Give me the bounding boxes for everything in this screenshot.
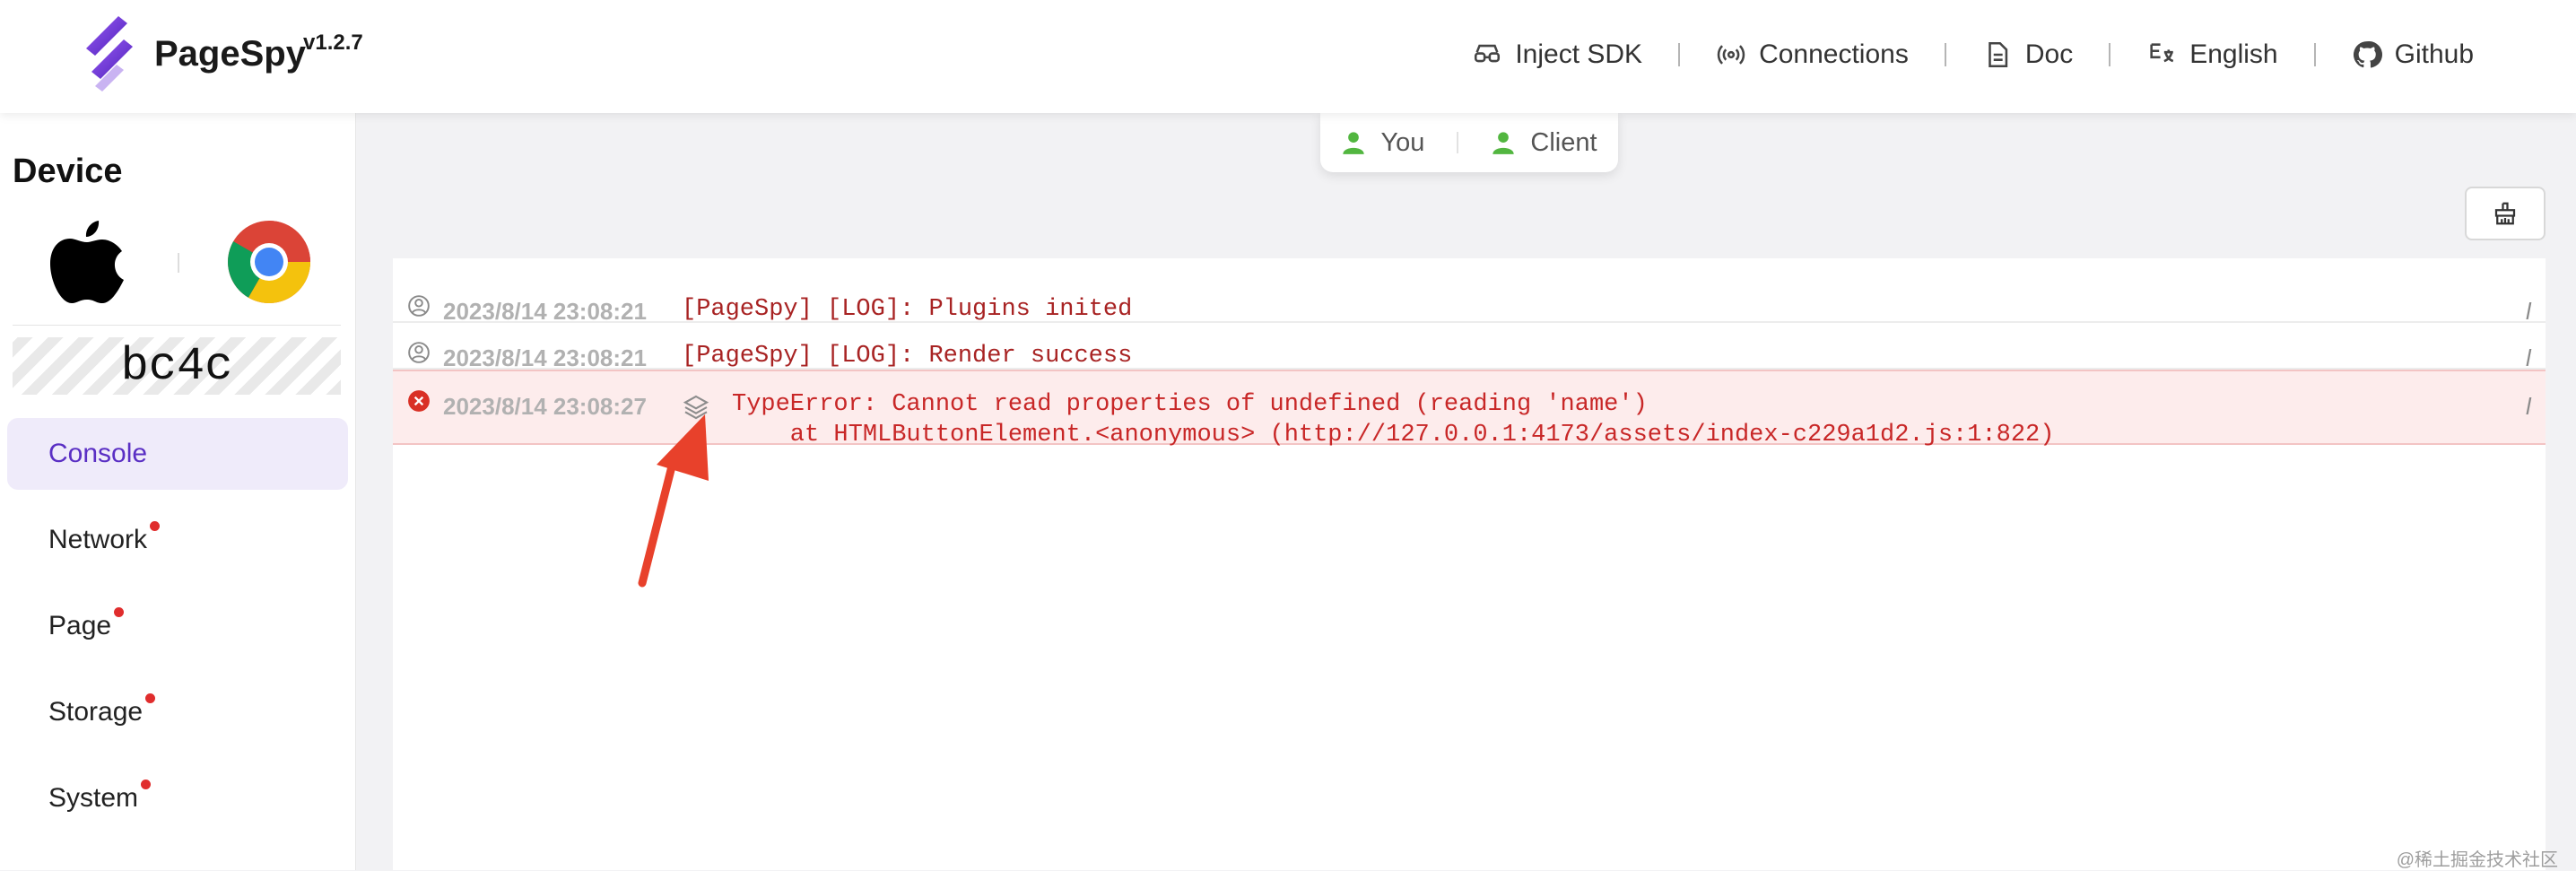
nav-divider: [2109, 43, 2111, 66]
translate-icon: [2150, 43, 2174, 63]
sidebar-item-label: Page: [48, 611, 112, 640]
user-circle-icon: [408, 295, 430, 317]
nav-label: Github: [2394, 39, 2474, 69]
log-timestamp: 2023/8/14 23:08:21: [443, 298, 647, 325]
nav-language[interactable]: English: [2146, 39, 2278, 70]
nav-label: Doc: [2024, 39, 2074, 69]
log-source-link[interactable]: l: [2526, 298, 2546, 326]
nav-divider: [2313, 43, 2316, 66]
log-source-link[interactable]: l: [2526, 393, 2546, 421]
role-tabs: You Client: [1320, 113, 1618, 172]
device-title: Device: [13, 152, 123, 190]
unread-dot: [150, 521, 161, 531]
role-divider: [1457, 132, 1459, 153]
sidebar-item-label: Network: [48, 525, 148, 554]
nav-github[interactable]: Github: [2352, 39, 2474, 70]
clear-icon: [2494, 202, 2516, 225]
sidebar-item-system[interactable]: System: [7, 762, 348, 834]
sidebar-item-network[interactable]: Network: [7, 504, 348, 576]
nav-doc[interactable]: Doc: [1982, 39, 2073, 70]
annotation-arrow: [638, 414, 709, 588]
glasses-icon: [1475, 44, 1501, 63]
log-source-link[interactable]: l: [2526, 344, 2546, 372]
sidebar-item-label: Console: [48, 439, 148, 468]
top-nav: Inject SDK Connections Doc English Githu…: [1472, 32, 2474, 77]
unread-dot: [145, 693, 156, 703]
clear-console-button[interactable]: [2465, 187, 2546, 240]
log-message[interactable]: [PageSpy] [LOG]: Render success: [682, 343, 1132, 370]
top-header: PageSpy v1.2.7 Inject SDK Connections Do…: [0, 0, 2576, 113]
role-label: Client: [1530, 127, 1597, 157]
apple-icon: [50, 221, 124, 303]
user-icon: [1343, 132, 1365, 154]
icon-divider: [178, 253, 179, 273]
sidebar-item-console[interactable]: Console: [7, 418, 348, 490]
chrome-icon: [228, 221, 310, 303]
unread-dot: [141, 780, 152, 789]
unread-dot: [114, 607, 125, 617]
error-stack: at HTMLButtonElement.<anonymous> (http:/…: [732, 422, 2055, 449]
document-icon: [1989, 41, 2008, 68]
user-icon: [1493, 132, 1515, 154]
nav-label: Inject SDK: [1515, 39, 1643, 69]
role-client[interactable]: Client: [1491, 128, 1597, 158]
log-row[interactable]: 2023/8/14 23:08:21 [PageSpy] [LOG]: Plug…: [393, 276, 2546, 326]
nav-inject-sdk[interactable]: Inject SDK: [1472, 39, 1642, 70]
github-icon: [2353, 40, 2382, 68]
nav-label: Connections: [1759, 39, 1909, 69]
sidebar-menu: Console Network Page Storage System: [7, 418, 348, 849]
error-message[interactable]: TypeError: Cannot read properties of und…: [732, 389, 2054, 450]
sidebar: Device bc4c Console Network Page Storage…: [0, 113, 356, 870]
error-text: TypeError: Cannot read properties of und…: [732, 391, 1648, 418]
version-label: v1.2.7: [303, 30, 363, 55]
sidebar-item-page[interactable]: Page: [7, 590, 348, 662]
log-message[interactable]: [PageSpy] [LOG]: Plugins inited: [682, 296, 1132, 323]
role-label: You: [1380, 127, 1425, 157]
nav-connections[interactable]: Connections: [1716, 39, 1909, 70]
log-timestamp: 2023/8/14 23:08:27: [443, 393, 647, 420]
signal-icon: [1717, 45, 1745, 65]
sidebar-item-label: System: [48, 783, 139, 813]
nav-divider: [1944, 43, 1946, 66]
error-circle-icon: [408, 390, 430, 412]
user-circle-icon: [408, 342, 430, 363]
log-row[interactable]: 2023/8/14 23:08:21 [PageSpy] [LOG]: Rend…: [393, 323, 2546, 372]
device-id-badge: bc4c: [13, 337, 341, 395]
sidebar-item-label: Storage: [48, 697, 144, 727]
log-timestamp: 2023/8/14 23:08:21: [443, 344, 647, 371]
brand-name: PageSpy: [154, 34, 306, 74]
role-you[interactable]: You: [1341, 128, 1424, 158]
device-divider: [13, 325, 341, 326]
nav-label: English: [2189, 39, 2278, 69]
watermark: @稀土掘金技术社区: [2396, 850, 2558, 870]
sidebar-item-storage[interactable]: Storage: [7, 676, 348, 748]
nav-divider: [1678, 43, 1681, 66]
pagespy-logo[interactable]: [83, 13, 136, 93]
